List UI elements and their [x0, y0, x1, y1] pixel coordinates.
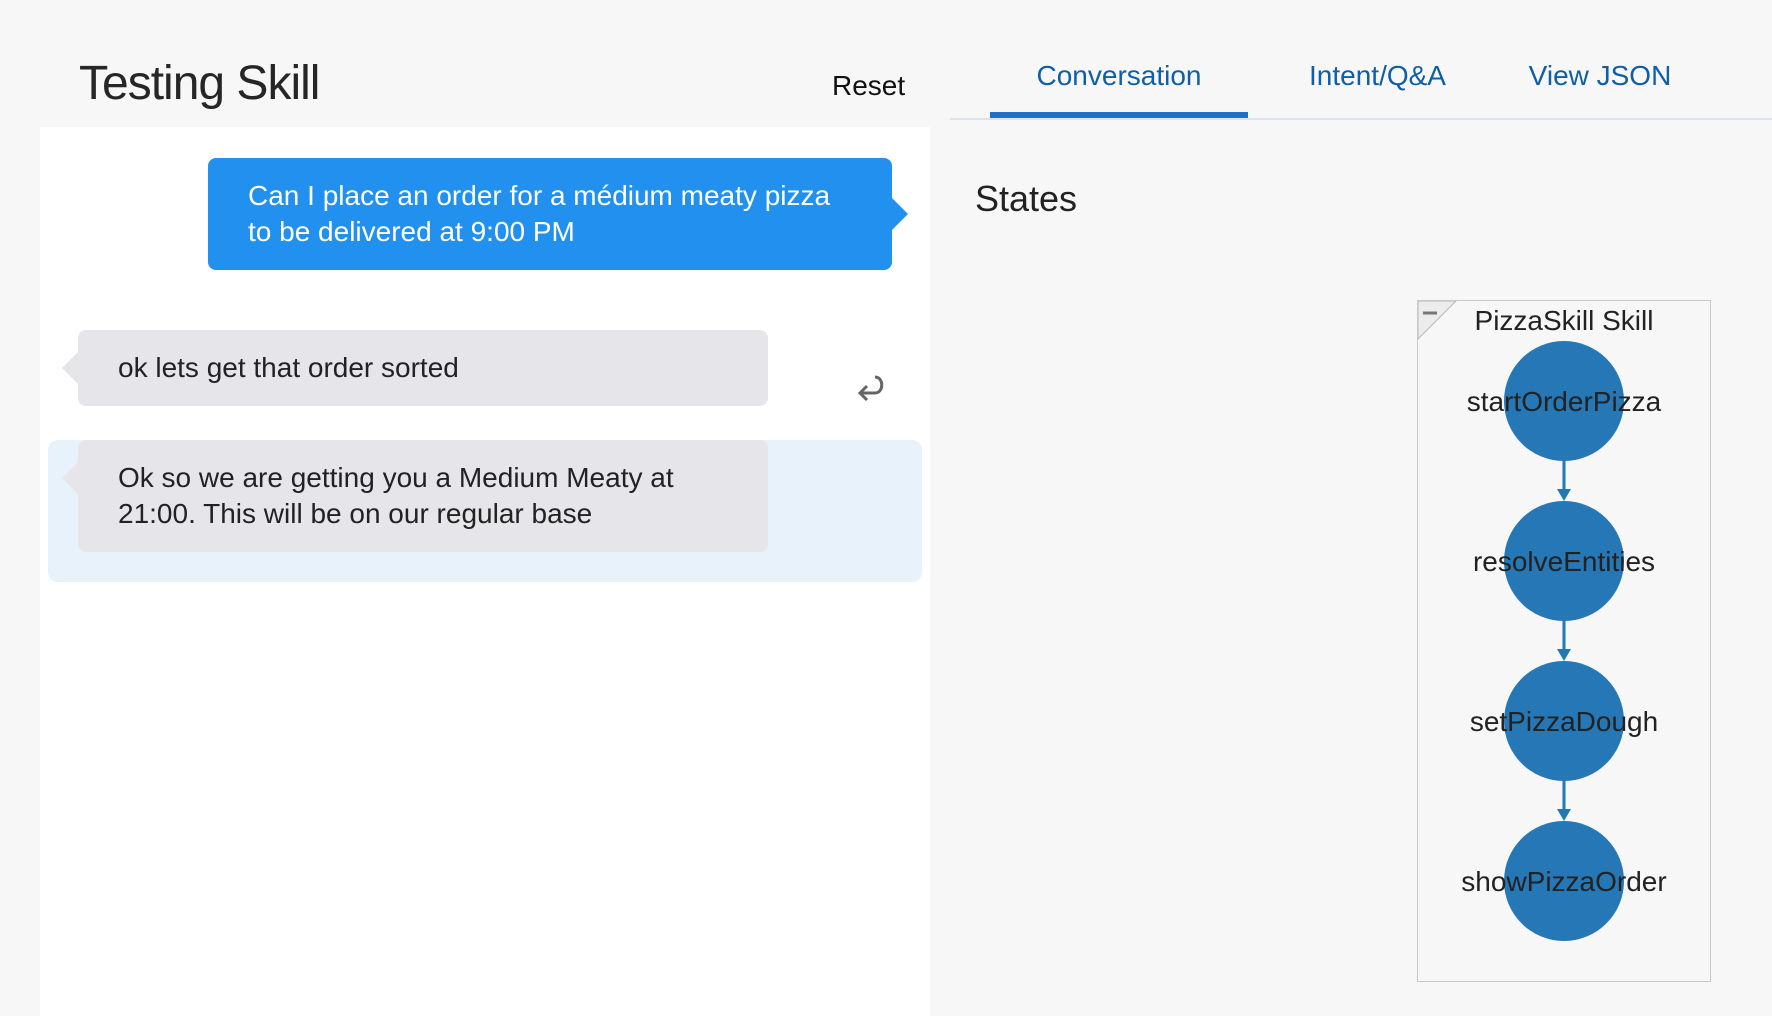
state-node-label: resolveEntities — [1473, 546, 1655, 577]
bot-message: Ok so we are getting you a Medium Meaty … — [62, 440, 768, 552]
tab-intent-qa[interactable]: Intent/Q&A — [1295, 60, 1460, 118]
graph-title: PizzaSkill Skill — [1475, 305, 1654, 336]
reply-arrow-icon[interactable] — [851, 367, 891, 407]
app-title: Testing Skill — [79, 57, 320, 110]
state-edge-arrow — [1557, 809, 1571, 821]
collapse-corner[interactable] — [1418, 301, 1457, 340]
user-message: Can I place an order for a médium meaty … — [208, 158, 908, 270]
bot-message: ok lets get that order sorted — [62, 330, 768, 406]
tab-conversation[interactable]: Conversation — [990, 60, 1248, 118]
tab-bar: Conversation Intent/Q&A View JSON — [950, 60, 1772, 120]
chat-panel: Can I place an order for a médium meaty … — [40, 127, 930, 1016]
state-edge-arrow — [1557, 649, 1571, 661]
states-title: States — [975, 178, 1078, 219]
reset-button[interactable]: Reset — [832, 70, 905, 102]
state-graph: PizzaSkill Skill startOrderPizza resolveE… — [1417, 300, 1711, 982]
state-node-label: startOrderPizza — [1467, 386, 1662, 417]
tab-view-json[interactable]: View JSON — [1520, 60, 1680, 118]
state-edge-arrow — [1557, 489, 1571, 501]
state-node-label: setPizzaDough — [1470, 706, 1658, 737]
state-node-label: showPizzaOrder — [1461, 866, 1666, 897]
state-graph-svg: PizzaSkill Skill startOrderPizza resolveE… — [1418, 301, 1667, 941]
